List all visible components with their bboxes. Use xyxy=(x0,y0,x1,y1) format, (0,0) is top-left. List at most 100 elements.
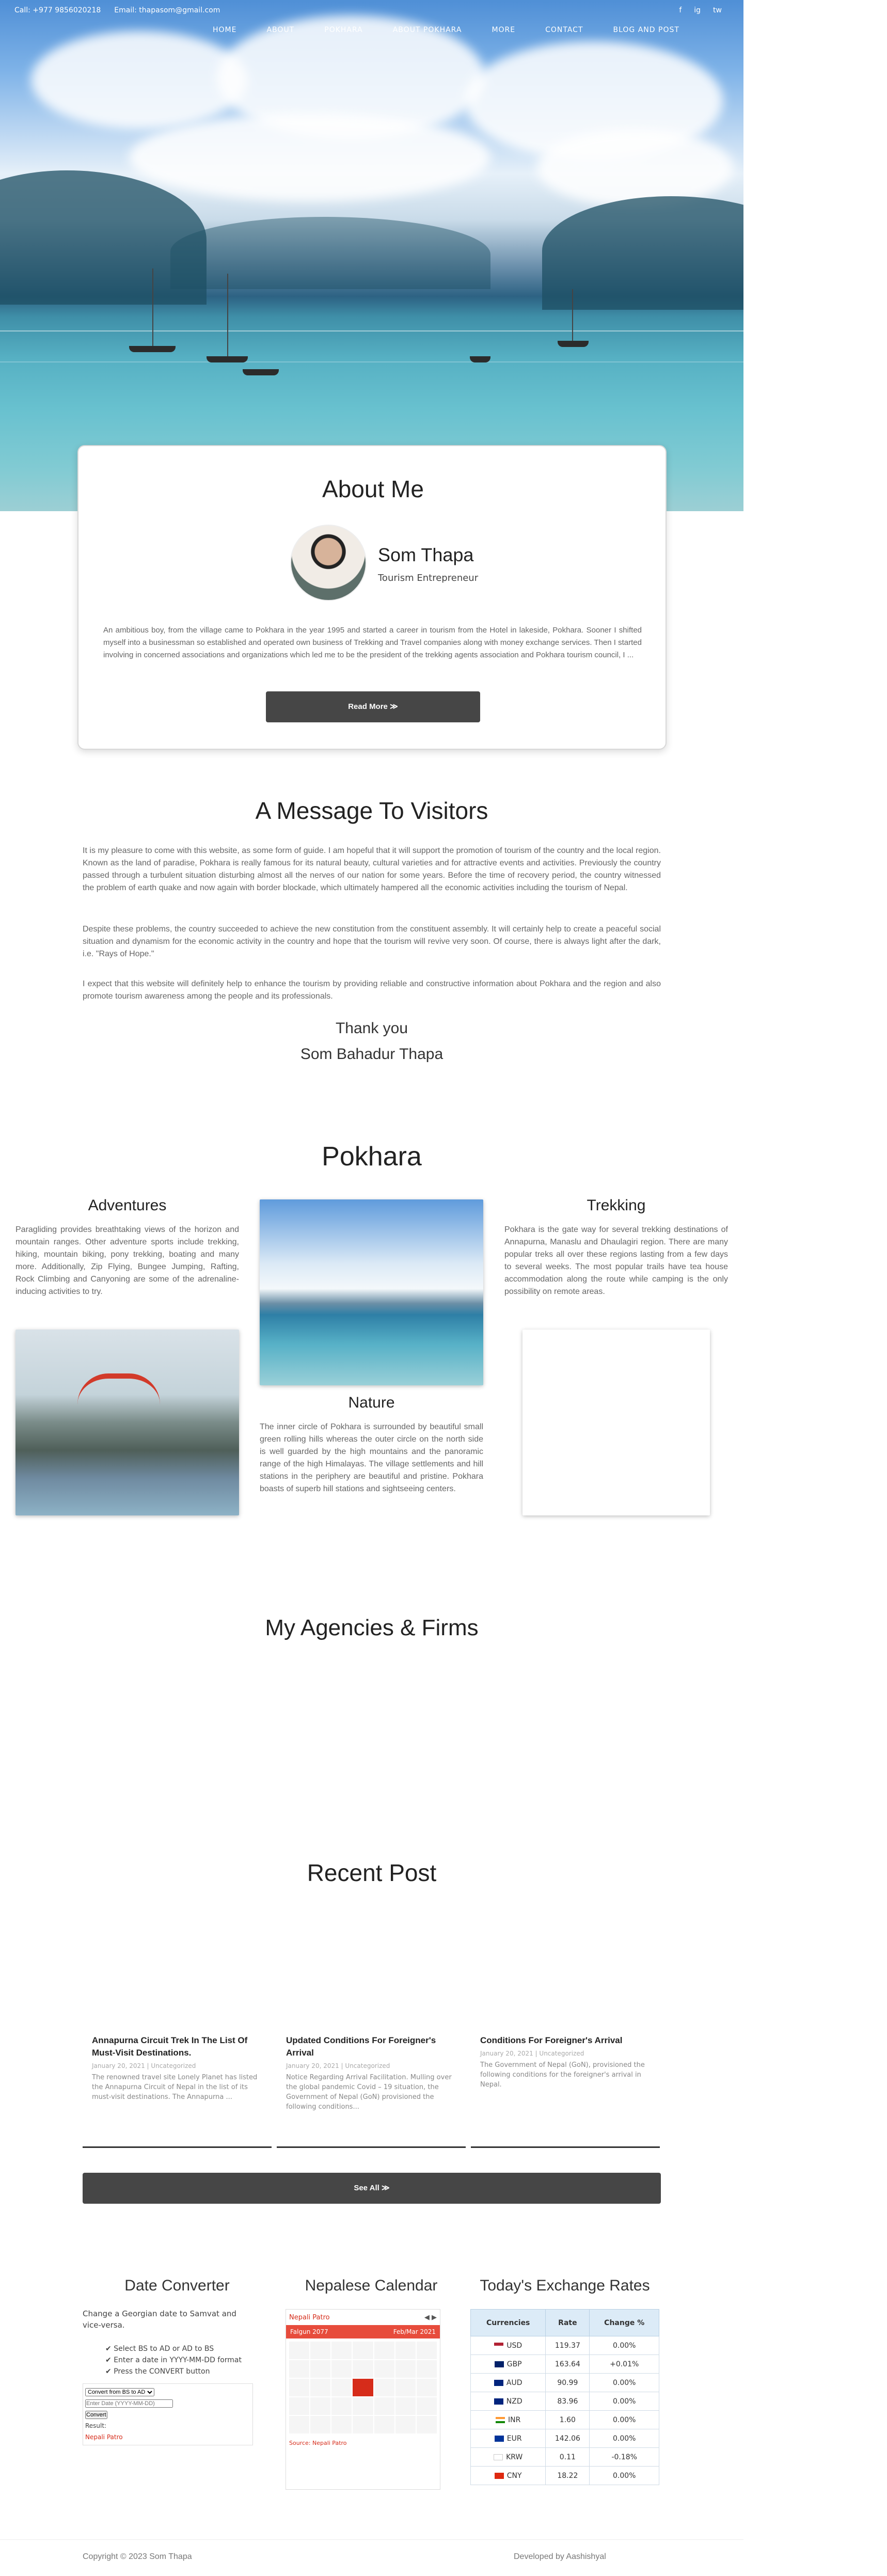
agencies-title: My Agencies & Firms xyxy=(265,1615,479,1640)
lake-photo xyxy=(260,1199,483,1385)
aud-flag-icon xyxy=(494,2379,503,2386)
post-card[interactable]: Conditions For Foreigner's Arrival Janua… xyxy=(471,2034,660,2148)
col-currencies: Currencies xyxy=(470,2309,546,2336)
eur-flag-icon xyxy=(494,2435,504,2442)
post-excerpt: The renowned travel site Lonely Planet h… xyxy=(92,2074,258,2101)
message-paragraph-1: It is my pleasure to come with this webs… xyxy=(83,846,661,892)
message-paragraph-3: I expect that this website will definite… xyxy=(83,979,661,1001)
page: Call: +977 9856020218 Email: thapasom@gm… xyxy=(0,0,743,2576)
exchange-rates-table: Currencies Rate Change % USD 119.37 0.00% GB… xyxy=(470,2309,659,2485)
email-text[interactable]: Email: thapasom@gmail.com xyxy=(114,6,220,14)
nav-blog[interactable]: BLOG AND POST xyxy=(613,26,679,34)
see-all-label: See All xyxy=(354,2184,379,2192)
read-more-label: Read More xyxy=(348,702,388,711)
profile-name: Som Thapa xyxy=(378,544,474,565)
gbp-flag-icon xyxy=(494,2361,504,2367)
inr-flag-icon xyxy=(496,2416,505,2423)
table-row: KRW 0.11 -0.18% xyxy=(470,2447,659,2467)
cny-flag-icon xyxy=(494,2472,504,2479)
about-card: About Me Som Thapa Tourism Entrepreneur … xyxy=(77,445,667,750)
exchange-rates-title: Today's Exchange Rates xyxy=(480,2277,650,2294)
copyright-text: Copyright © 2023 Som Thapa xyxy=(83,2552,192,2561)
trekking-text: Pokhara is the gate way for several trek… xyxy=(504,1225,728,1296)
table-row: AUD 90.99 0.00% xyxy=(470,2373,659,2392)
message-paragraph-2: Despite these problems, the country succ… xyxy=(83,925,661,958)
trekking-title: Trekking xyxy=(587,1197,646,1214)
about-title: About Me xyxy=(322,476,424,502)
adventures-title: Adventures xyxy=(88,1197,167,1214)
result-label: Result: xyxy=(85,2422,107,2429)
date-converter-title: Date Converter xyxy=(124,2277,230,2294)
avatar xyxy=(290,525,367,601)
post-title[interactable]: Conditions For Foreigner's Arrival xyxy=(480,2034,651,2047)
col-rate: Rate xyxy=(545,2309,590,2336)
post-meta: January 20, 2021 | Uncategorized xyxy=(92,2062,196,2069)
hero-banner: Call: +977 9856020218 Email: thapasom@gm… xyxy=(0,0,743,511)
about-text: An ambitious boy, from the village came … xyxy=(103,626,642,659)
nepalese-calendar-title: Nepalese Calendar xyxy=(305,2277,438,2294)
social-links: f ig tw xyxy=(679,6,722,14)
nav-home[interactable]: HOME xyxy=(213,26,236,34)
nav-contact[interactable]: CONTACT xyxy=(545,26,583,34)
nepali-calendar-widget: Nepali Patro ◀ ▶ Falgun 2077 Feb/Mar 2021 … xyxy=(286,2309,440,2490)
post-meta: January 20, 2021 | Uncategorized xyxy=(480,2050,584,2057)
krw-flag-icon xyxy=(494,2454,503,2460)
nature-title: Nature xyxy=(348,1394,395,1411)
calendar-brand[interactable]: Nepali Patro xyxy=(289,2314,330,2321)
see-all-button[interactable]: See All ≫ xyxy=(83,2173,661,2204)
developer-credit[interactable]: Developed by Aashishyal xyxy=(514,2552,606,2562)
col-change: Change % xyxy=(589,2309,659,2336)
converter-step: ✔ Select BS to AD or AD to BS xyxy=(105,2345,214,2353)
top-contact-bar: Call: +977 9856020218 Email: thapasom@gm… xyxy=(0,0,743,21)
nzd-flag-icon xyxy=(494,2398,503,2405)
convert-direction-select[interactable]: Convert from BS to AD xyxy=(85,2388,154,2396)
nature-text: The inner circle of Pokhara is surrounde… xyxy=(260,1423,483,1493)
converter-step: ✔ Press the CONVERT button xyxy=(105,2367,210,2376)
table-row: USD 119.37 0.00% xyxy=(470,2336,659,2355)
paragliding-photo xyxy=(15,1330,239,1515)
phone-text[interactable]: Call: +977 9856020218 xyxy=(14,6,101,14)
usd-flag-icon xyxy=(494,2342,504,2349)
trekking-photo xyxy=(522,1330,710,1515)
converter-step: ✔ Enter a date in YYYY-MM-DD format xyxy=(105,2356,242,2364)
footer: Copyright © 2023 Som Thapa Developed by … xyxy=(0,2539,743,2576)
adventures-text: Paragliding provides breathtaking views … xyxy=(15,1225,239,1296)
month-ad: Feb/Mar 2021 xyxy=(393,2328,436,2335)
nav-about-pokhara[interactable]: ABOUT POKHARA xyxy=(393,26,462,34)
nepali-patro-credit[interactable]: Nepali Patro xyxy=(85,2433,123,2441)
post-meta: January 20, 2021 | Uncategorized xyxy=(286,2062,390,2069)
instagram-icon[interactable]: ig xyxy=(694,6,701,14)
nav-more[interactable]: MORE xyxy=(492,26,515,34)
read-more-button[interactable]: Read More ≫ xyxy=(266,691,480,722)
convert-button[interactable]: Convert xyxy=(85,2411,107,2419)
post-title[interactable]: Updated Conditions For Foreigner's Arriv… xyxy=(286,2034,456,2059)
month-bs: Falgun 2077 xyxy=(290,2328,328,2335)
main-nav: HOME ABOUT POKHARA ABOUT POKHARA MORE CO… xyxy=(213,26,679,34)
nav-pokhara[interactable]: POKHARA xyxy=(324,26,362,34)
post-excerpt: The Government of Nepal (GoN), provision… xyxy=(480,2061,645,2089)
table-row: NZD 83.96 0.00% xyxy=(470,2392,659,2411)
pokhara-title: Pokhara xyxy=(322,1142,422,1172)
message-title: A Message To Visitors xyxy=(255,797,488,824)
post-title[interactable]: Annapurna Circuit Trek In The List Of Mu… xyxy=(92,2034,262,2059)
table-row: CNY 18.22 0.00% xyxy=(470,2466,659,2485)
post-card[interactable]: Annapurna Circuit Trek In The List Of Mu… xyxy=(83,2034,272,2148)
post-excerpt: Notice Regarding Arrival Facilitation. M… xyxy=(286,2074,452,2111)
table-row: GBP 163.64 +0.01% xyxy=(470,2354,659,2374)
thanks-text: Thank you xyxy=(335,1020,408,1037)
signature-text: Som Bahadur Thapa xyxy=(300,1046,444,1063)
profile-role: Tourism Entrepreneur xyxy=(378,573,479,583)
facebook-icon[interactable]: f xyxy=(679,6,682,14)
table-row: INR 1.60 0.00% xyxy=(470,2410,659,2429)
calendar-grid xyxy=(286,2338,440,2437)
converter-intro: Change a Georgian date to Samvat and vic… xyxy=(83,2309,236,2330)
recent-post-title: Recent Post xyxy=(307,1859,437,1886)
nav-about[interactable]: ABOUT xyxy=(266,26,294,34)
calendar-nav[interactable]: ◀ ▶ xyxy=(424,2314,437,2321)
post-card[interactable]: Updated Conditions For Foreigner's Arriv… xyxy=(277,2034,466,2148)
calendar-source[interactable]: Source: Nepali Patro xyxy=(286,2437,440,2449)
twitter-icon[interactable]: tw xyxy=(713,6,722,14)
date-converter-widget: Change a Georgian date to Samvat and vic… xyxy=(83,2308,253,2445)
date-input[interactable] xyxy=(85,2399,173,2408)
table-row: EUR 142.06 0.00% xyxy=(470,2429,659,2448)
